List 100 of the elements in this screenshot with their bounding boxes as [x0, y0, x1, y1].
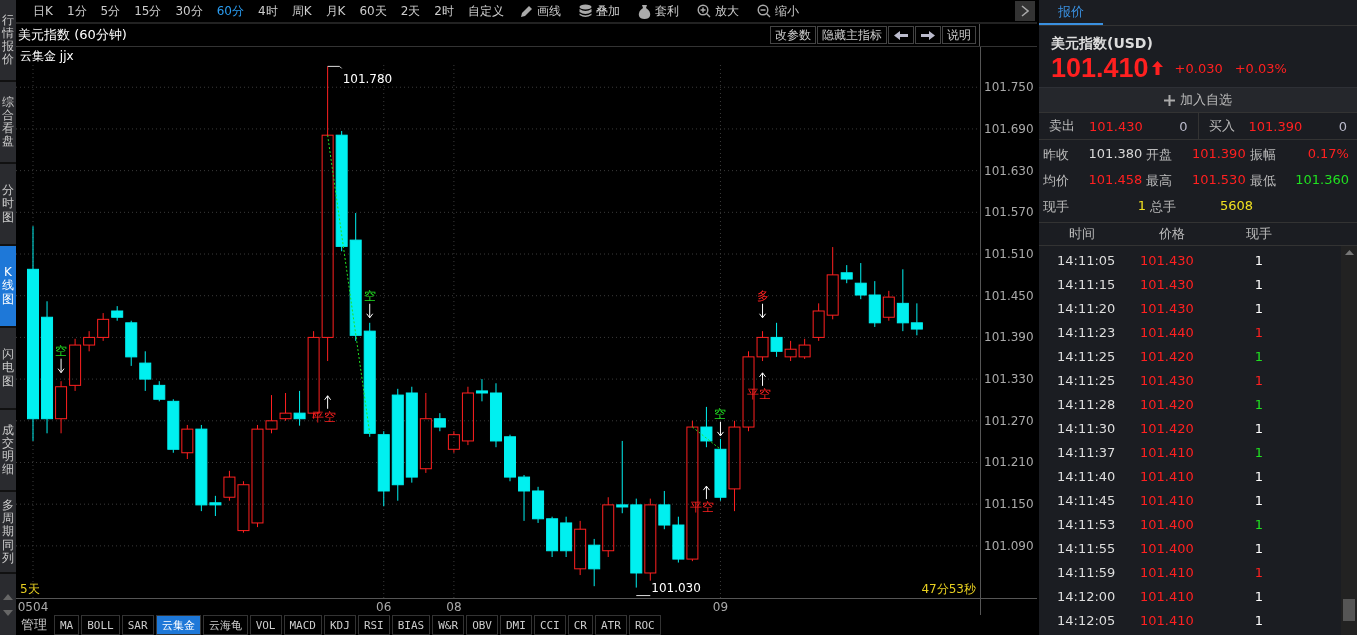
indicator-tab[interactable]: VOL	[249, 615, 282, 635]
indicator-tab[interactable]: ATR	[595, 615, 627, 635]
right-arrow-button[interactable]	[915, 26, 941, 44]
period-tab[interactable]: 60分	[209, 1, 251, 21]
trade-volume: 1	[1253, 612, 1265, 628]
scroll-up-icon[interactable]	[1344, 250, 1354, 255]
x-axis-label: 08	[446, 600, 462, 614]
period-tab[interactable]: 月K	[318, 1, 353, 21]
indicator-tab[interactable]: BIAS	[391, 615, 431, 635]
period-tab[interactable]: 2天	[393, 1, 428, 21]
indicator-tab[interactable]: KDJ	[324, 615, 356, 635]
trade-price: 101.430	[1140, 252, 1195, 268]
indicator-tab[interactable]: 云海龟	[202, 615, 248, 635]
indicator-tab[interactable]: MA	[54, 615, 80, 635]
indicator-tab[interactable]: RSI	[357, 615, 390, 635]
tool-button[interactable]: 缩小	[747, 1, 808, 21]
indicator-tab[interactable]: 云集金	[155, 615, 201, 635]
candlestick	[546, 516, 559, 558]
sidebar-tab[interactable]: 多周期同列	[0, 492, 16, 574]
expand-button[interactable]	[1015, 1, 1035, 21]
period-tab[interactable]: 30分	[168, 1, 210, 21]
sidebar-tab[interactable]: 综合看盘	[0, 82, 16, 164]
trade-volume: 1	[1253, 420, 1265, 436]
tool-button[interactable]: 画线	[510, 1, 570, 21]
chart-button[interactable]: 隐藏主指标	[817, 26, 887, 44]
stat-label: 开盘	[1146, 146, 1173, 164]
indicator-tab[interactable]: OBV	[466, 615, 498, 635]
scrollbar[interactable]	[1341, 246, 1357, 635]
zoom-in-icon	[696, 4, 711, 18]
book-price: 101.390	[1248, 118, 1303, 134]
x-axis-label: 0504	[17, 600, 49, 614]
trade-price: 101.410	[1140, 612, 1195, 628]
scroll-up-icon[interactable]	[3, 593, 13, 600]
price-label: 101.780	[342, 72, 393, 87]
period-tab[interactable]: 自定义	[460, 1, 511, 21]
scrollbar-thumb[interactable]	[1343, 599, 1355, 621]
sidebar-tab[interactable]: 行情报价	[0, 0, 16, 82]
sidebar-tab[interactable]: K线图	[0, 246, 16, 328]
chart-button[interactable]: 改参数	[770, 26, 816, 44]
period-tab[interactable]: 2时	[427, 1, 461, 21]
indicator-tab[interactable]: CCI	[533, 615, 566, 635]
period-tab[interactable]: 15分	[127, 1, 169, 21]
add-watchlist-button[interactable]: 加入自选	[1039, 87, 1357, 113]
money-bag-icon	[637, 3, 651, 19]
x-axis-label: 06	[376, 600, 392, 614]
column-header: 价格	[1158, 225, 1186, 243]
y-axis-label: 101.150	[984, 497, 1034, 512]
trade-time: 14:12:00	[1056, 588, 1117, 604]
left-arrow-button[interactable]	[888, 26, 914, 44]
trade-time: 14:11:45	[1056, 492, 1117, 508]
indicator-tab[interactable]: ROC	[628, 615, 661, 635]
trade-volume: 1	[1253, 372, 1265, 388]
tool-button[interactable]: 套利	[628, 1, 688, 21]
trade-time: 14:11:25	[1056, 372, 1117, 388]
tool-button[interactable]: 叠加	[569, 1, 629, 21]
indicator-tab[interactable]: MACD	[283, 615, 322, 635]
indicator-tab[interactable]: W&R	[432, 615, 465, 635]
period-tab[interactable]: 5分	[93, 1, 128, 21]
stat-value: 101.360	[1295, 172, 1349, 189]
trade-price: 101.410	[1140, 588, 1195, 604]
trade-time: 14:11:59	[1056, 564, 1117, 580]
book-volume: 0	[1337, 118, 1347, 134]
range-label: 5天	[20, 582, 40, 596]
trade-volume: 1	[1253, 252, 1265, 268]
tool-button[interactable]: 放大	[687, 1, 748, 21]
percent-change: +0.03%	[1234, 60, 1287, 76]
period-tab[interactable]: 4时	[251, 1, 285, 21]
scroll-down-icon[interactable]	[3, 609, 13, 616]
instrument-name: 美元指数(USD)	[1050, 34, 1154, 53]
candlestick	[490, 382, 502, 448]
trade-time: 14:11:23	[1056, 324, 1117, 340]
indicator-tab[interactable]: CR	[567, 615, 593, 635]
trade-time: 14:11:37	[1056, 444, 1117, 460]
y-axis-label: 101.450	[984, 288, 1034, 303]
trade-volume: 1	[1253, 588, 1265, 604]
candlestick	[504, 434, 516, 482]
sidebar-tab[interactable]: 闪电图	[0, 328, 16, 410]
trade-volume: 1	[1253, 300, 1265, 316]
y-axis-label: 101.090	[984, 538, 1034, 553]
candlestick	[588, 538, 601, 587]
indicator-tab[interactable]: SAR	[121, 615, 154, 635]
book-label: 卖出	[1049, 117, 1075, 135]
y-axis-label: 101.750	[984, 80, 1034, 95]
candlestick	[574, 520, 587, 576]
period-tab[interactable]: 日K	[26, 1, 60, 21]
period-tab[interactable]: 周K	[284, 1, 319, 21]
period-tab[interactable]: 60天	[352, 1, 394, 21]
y-axis-label: 101.630	[984, 163, 1034, 178]
period-tab[interactable]: 1分	[59, 1, 94, 21]
sidebar-tab[interactable]: 成交明细	[0, 410, 16, 492]
y-axis-label: 101.210	[984, 455, 1034, 470]
trade-price: 101.420	[1140, 420, 1195, 436]
indicator-tab[interactable]: DMI	[500, 615, 532, 635]
trade-price: 101.410	[1140, 444, 1195, 460]
signal-line	[691, 426, 721, 450]
trade-volume: 1	[1253, 468, 1265, 484]
chart-title: 美元指数 (60分钟)	[17, 26, 128, 44]
indicator-tab[interactable]: BOLL	[81, 615, 120, 635]
quote-tab[interactable]: 报价	[1039, 0, 1103, 25]
chart-button[interactable]: 说明	[942, 26, 976, 44]
